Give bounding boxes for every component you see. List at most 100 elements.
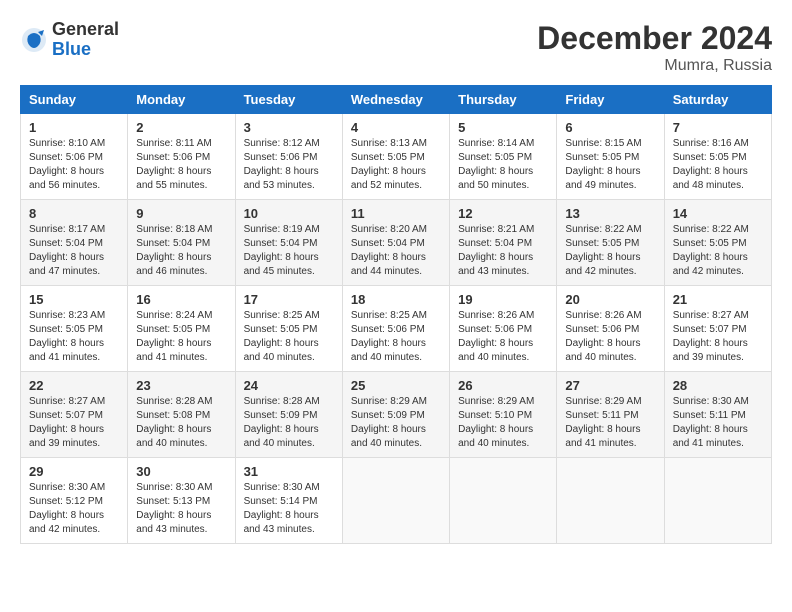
- weekday-header-thursday: Thursday: [450, 86, 557, 114]
- calendar-cell: 5 Sunrise: 8:14 AMSunset: 5:05 PMDayligh…: [450, 114, 557, 200]
- calendar-cell: 14 Sunrise: 8:22 AMSunset: 5:05 PMDaylig…: [664, 200, 771, 286]
- day-info: Sunrise: 8:24 AMSunset: 5:05 PMDaylight:…: [136, 309, 226, 365]
- calendar-cell: 6 Sunrise: 8:15 AMSunset: 5:05 PMDayligh…: [557, 114, 664, 200]
- calendar-week-row: 29 Sunrise: 8:30 AMSunset: 5:12 PMDaylig…: [21, 458, 772, 544]
- day-info: Sunrise: 8:25 AMSunset: 5:05 PMDaylight:…: [244, 309, 334, 365]
- location-subtitle: Mumra, Russia: [537, 57, 772, 75]
- day-info: Sunrise: 8:26 AMSunset: 5:06 PMDaylight:…: [458, 309, 548, 365]
- day-info: Sunrise: 8:18 AMSunset: 5:04 PMDaylight:…: [136, 223, 226, 279]
- page-container: General Blue December 2024 Mumra, Russia…: [20, 20, 772, 544]
- logo: General Blue: [20, 20, 119, 60]
- day-info: Sunrise: 8:10 AMSunset: 5:06 PMDaylight:…: [29, 137, 119, 193]
- day-number: 17: [244, 292, 334, 307]
- calendar-cell: 8 Sunrise: 8:17 AMSunset: 5:04 PMDayligh…: [21, 200, 128, 286]
- day-info: Sunrise: 8:25 AMSunset: 5:06 PMDaylight:…: [351, 309, 441, 365]
- day-info: Sunrise: 8:20 AMSunset: 5:04 PMDaylight:…: [351, 223, 441, 279]
- month-year-title: December 2024: [537, 20, 772, 57]
- weekday-header-sunday: Sunday: [21, 86, 128, 114]
- day-info: Sunrise: 8:22 AMSunset: 5:05 PMDaylight:…: [565, 223, 655, 279]
- calendar-cell: 23 Sunrise: 8:28 AMSunset: 5:08 PMDaylig…: [128, 372, 235, 458]
- day-info: Sunrise: 8:30 AMSunset: 5:13 PMDaylight:…: [136, 481, 226, 537]
- logo-text: General Blue: [52, 20, 119, 60]
- weekday-header-friday: Friday: [557, 86, 664, 114]
- day-number: 15: [29, 292, 119, 307]
- day-number: 21: [673, 292, 763, 307]
- calendar-week-row: 1 Sunrise: 8:10 AMSunset: 5:06 PMDayligh…: [21, 114, 772, 200]
- day-number: 18: [351, 292, 441, 307]
- calendar-week-row: 8 Sunrise: 8:17 AMSunset: 5:04 PMDayligh…: [21, 200, 772, 286]
- day-number: 28: [673, 378, 763, 393]
- day-number: 20: [565, 292, 655, 307]
- calendar-table: SundayMondayTuesdayWednesdayThursdayFrid…: [20, 85, 772, 544]
- day-number: 14: [673, 206, 763, 221]
- day-number: 1: [29, 120, 119, 135]
- day-info: Sunrise: 8:13 AMSunset: 5:05 PMDaylight:…: [351, 137, 441, 193]
- day-number: 9: [136, 206, 226, 221]
- calendar-cell: 7 Sunrise: 8:16 AMSunset: 5:05 PMDayligh…: [664, 114, 771, 200]
- day-number: 29: [29, 464, 119, 479]
- day-info: Sunrise: 8:26 AMSunset: 5:06 PMDaylight:…: [565, 309, 655, 365]
- day-number: 26: [458, 378, 548, 393]
- day-info: Sunrise: 8:14 AMSunset: 5:05 PMDaylight:…: [458, 137, 548, 193]
- day-number: 27: [565, 378, 655, 393]
- calendar-cell: 4 Sunrise: 8:13 AMSunset: 5:05 PMDayligh…: [342, 114, 449, 200]
- day-info: Sunrise: 8:30 AMSunset: 5:12 PMDaylight:…: [29, 481, 119, 537]
- day-number: 12: [458, 206, 548, 221]
- weekday-header-saturday: Saturday: [664, 86, 771, 114]
- day-info: Sunrise: 8:12 AMSunset: 5:06 PMDaylight:…: [244, 137, 334, 193]
- day-number: 23: [136, 378, 226, 393]
- calendar-cell: [557, 458, 664, 544]
- calendar-cell: [664, 458, 771, 544]
- day-number: 5: [458, 120, 548, 135]
- day-info: Sunrise: 8:21 AMSunset: 5:04 PMDaylight:…: [458, 223, 548, 279]
- day-number: 3: [244, 120, 334, 135]
- day-info: Sunrise: 8:15 AMSunset: 5:05 PMDaylight:…: [565, 137, 655, 193]
- logo-general: General: [52, 19, 119, 39]
- calendar-cell: 2 Sunrise: 8:11 AMSunset: 5:06 PMDayligh…: [128, 114, 235, 200]
- calendar-cell: 29 Sunrise: 8:30 AMSunset: 5:12 PMDaylig…: [21, 458, 128, 544]
- day-info: Sunrise: 8:23 AMSunset: 5:05 PMDaylight:…: [29, 309, 119, 365]
- calendar-cell: [342, 458, 449, 544]
- day-number: 10: [244, 206, 334, 221]
- logo-blue: Blue: [52, 39, 91, 59]
- day-info: Sunrise: 8:19 AMSunset: 5:04 PMDaylight:…: [244, 223, 334, 279]
- calendar-cell: 31 Sunrise: 8:30 AMSunset: 5:14 PMDaylig…: [235, 458, 342, 544]
- calendar-cell: 27 Sunrise: 8:29 AMSunset: 5:11 PMDaylig…: [557, 372, 664, 458]
- title-area: December 2024 Mumra, Russia: [537, 20, 772, 75]
- weekday-header-tuesday: Tuesday: [235, 86, 342, 114]
- calendar-cell: 10 Sunrise: 8:19 AMSunset: 5:04 PMDaylig…: [235, 200, 342, 286]
- calendar-cell: 21 Sunrise: 8:27 AMSunset: 5:07 PMDaylig…: [664, 286, 771, 372]
- calendar-cell: 26 Sunrise: 8:29 AMSunset: 5:10 PMDaylig…: [450, 372, 557, 458]
- day-number: 11: [351, 206, 441, 221]
- day-number: 22: [29, 378, 119, 393]
- day-number: 19: [458, 292, 548, 307]
- day-number: 13: [565, 206, 655, 221]
- day-number: 16: [136, 292, 226, 307]
- day-number: 30: [136, 464, 226, 479]
- calendar-cell: 1 Sunrise: 8:10 AMSunset: 5:06 PMDayligh…: [21, 114, 128, 200]
- day-number: 8: [29, 206, 119, 221]
- logo-icon: [20, 26, 48, 54]
- calendar-cell: 20 Sunrise: 8:26 AMSunset: 5:06 PMDaylig…: [557, 286, 664, 372]
- weekday-header-row: SundayMondayTuesdayWednesdayThursdayFrid…: [21, 86, 772, 114]
- calendar-cell: 28 Sunrise: 8:30 AMSunset: 5:11 PMDaylig…: [664, 372, 771, 458]
- calendar-cell: 19 Sunrise: 8:26 AMSunset: 5:06 PMDaylig…: [450, 286, 557, 372]
- calendar-cell: 18 Sunrise: 8:25 AMSunset: 5:06 PMDaylig…: [342, 286, 449, 372]
- day-info: Sunrise: 8:11 AMSunset: 5:06 PMDaylight:…: [136, 137, 226, 193]
- day-number: 2: [136, 120, 226, 135]
- day-number: 24: [244, 378, 334, 393]
- calendar-week-row: 22 Sunrise: 8:27 AMSunset: 5:07 PMDaylig…: [21, 372, 772, 458]
- calendar-cell: 11 Sunrise: 8:20 AMSunset: 5:04 PMDaylig…: [342, 200, 449, 286]
- calendar-cell: 17 Sunrise: 8:25 AMSunset: 5:05 PMDaylig…: [235, 286, 342, 372]
- day-info: Sunrise: 8:29 AMSunset: 5:10 PMDaylight:…: [458, 395, 548, 451]
- calendar-cell: 9 Sunrise: 8:18 AMSunset: 5:04 PMDayligh…: [128, 200, 235, 286]
- calendar-cell: 16 Sunrise: 8:24 AMSunset: 5:05 PMDaylig…: [128, 286, 235, 372]
- calendar-cell: [450, 458, 557, 544]
- day-info: Sunrise: 8:16 AMSunset: 5:05 PMDaylight:…: [673, 137, 763, 193]
- calendar-cell: 15 Sunrise: 8:23 AMSunset: 5:05 PMDaylig…: [21, 286, 128, 372]
- calendar-cell: 30 Sunrise: 8:30 AMSunset: 5:13 PMDaylig…: [128, 458, 235, 544]
- calendar-cell: 25 Sunrise: 8:29 AMSunset: 5:09 PMDaylig…: [342, 372, 449, 458]
- calendar-cell: 3 Sunrise: 8:12 AMSunset: 5:06 PMDayligh…: [235, 114, 342, 200]
- calendar-week-row: 15 Sunrise: 8:23 AMSunset: 5:05 PMDaylig…: [21, 286, 772, 372]
- day-number: 6: [565, 120, 655, 135]
